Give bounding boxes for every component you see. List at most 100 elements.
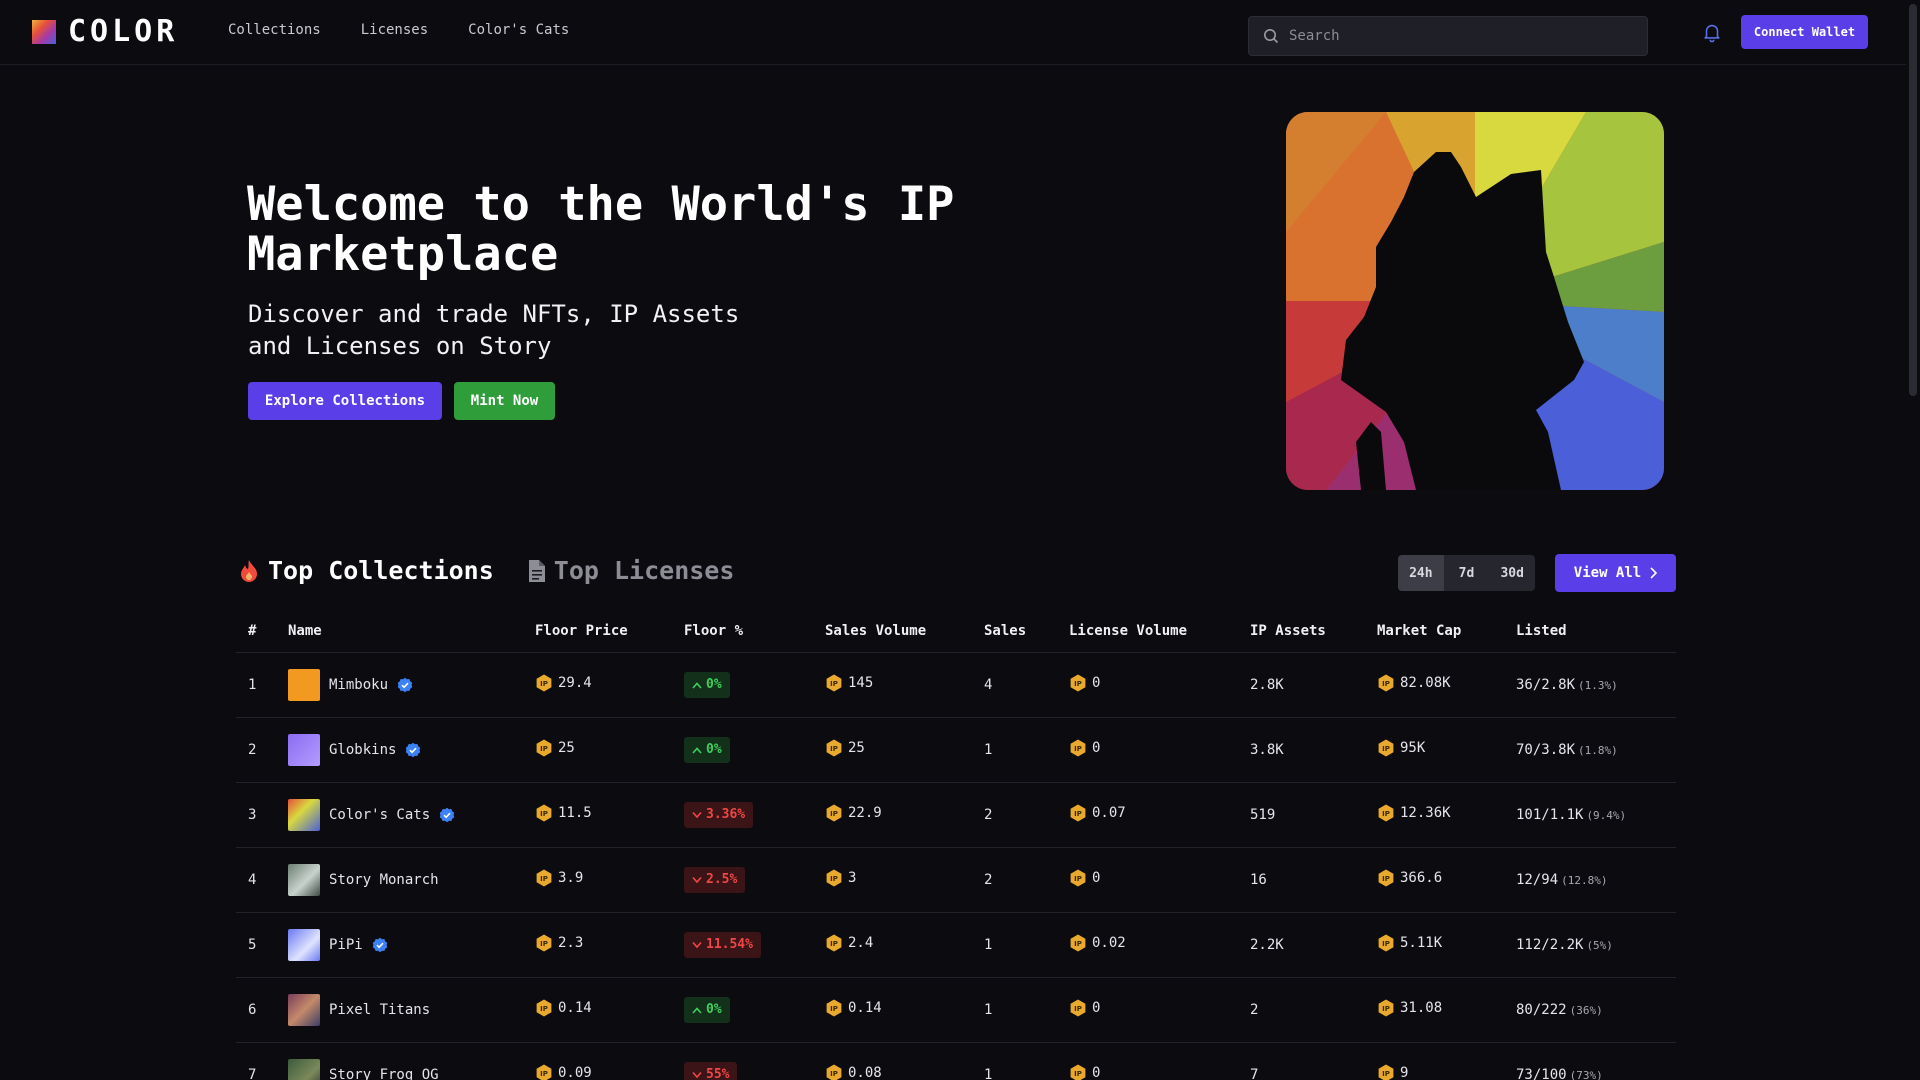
svg-text:IP: IP — [1074, 745, 1082, 753]
collection-name[interactable]: PiPi — [329, 937, 363, 953]
name-cell[interactable]: Globkins — [288, 717, 535, 783]
column-header-sales-volume[interactable]: Sales Volume — [825, 610, 984, 653]
listed-percent: (9.4%) — [1586, 808, 1627, 822]
floor-change-value: 11.54% — [706, 937, 753, 952]
floor-price-cell: IP 11.5 — [535, 782, 684, 848]
sales-count: 1 — [984, 936, 993, 953]
listed-count: 12/94 — [1516, 871, 1559, 888]
floor-change-arrow-icon — [692, 1071, 702, 1078]
collection-avatar — [288, 798, 320, 831]
ip-token-icon: IP — [826, 674, 842, 691]
collection-name[interactable]: Pixel Titans — [329, 1002, 430, 1018]
svg-text:IP: IP — [1382, 940, 1390, 948]
sales-cell: 1 — [984, 977, 1069, 1043]
rank: 5 — [248, 936, 257, 953]
period-24h-button[interactable]: 24h — [1398, 555, 1444, 591]
hero-subtitle-line-2: and Licenses on Story — [248, 332, 552, 360]
mint-now-button[interactable]: Mint Now — [454, 382, 555, 420]
hero-title-line-2: Marketplace — [247, 227, 559, 282]
column-header-ip-assets[interactable]: IP Assets — [1250, 610, 1377, 653]
collection-name[interactable]: Story Frog OG — [329, 1067, 439, 1080]
name-cell[interactable]: Mimboku — [288, 652, 535, 718]
svg-text:IP: IP — [1382, 875, 1390, 883]
rank: 3 — [248, 806, 257, 823]
collection-name[interactable]: Mimboku — [329, 677, 388, 693]
table-row[interactable]: 7 Story Frog OG IP 0.09 55% IP 0.08 1 IP 0 … — [236, 1042, 1676, 1080]
notification-bell-icon[interactable] — [1701, 21, 1723, 43]
column-header-floor-percent[interactable]: Floor % — [684, 610, 825, 653]
ip-token-icon: IP — [536, 869, 552, 886]
nav-link-licenses[interactable]: Licenses — [361, 22, 428, 38]
floor-change-value: 55% — [706, 1067, 730, 1080]
top-navigation-bar: COLOR Collections Licenses Color's Cats … — [0, 0, 1906, 65]
name-cell[interactable]: PiPi — [288, 912, 535, 978]
name-cell[interactable]: Color's Cats — [288, 782, 535, 848]
name-cell[interactable]: Story Frog OG — [288, 1042, 535, 1080]
tab-top-licenses[interactable]: Top Licenses — [528, 556, 734, 585]
tab-top-collections[interactable]: Top Collections — [238, 556, 494, 585]
table-row[interactable]: 6 Pixel Titans IP 0.14 0% IP 0.14 1 IP 0 2 … — [236, 977, 1676, 1043]
ip-token-icon: IP — [1378, 739, 1394, 756]
ip-token-icon: IP — [826, 1064, 842, 1080]
floor-percent-cell: 0% — [684, 652, 825, 718]
search-input[interactable] — [1289, 28, 1629, 44]
logo[interactable]: COLOR — [32, 14, 179, 49]
name-cell[interactable]: Story Monarch — [288, 847, 535, 913]
period-7d-button[interactable]: 7d — [1444, 555, 1490, 591]
svg-text:IP: IP — [830, 745, 838, 753]
listed-count: 80/222 — [1516, 1001, 1567, 1018]
collection-name[interactable]: Globkins — [329, 742, 396, 758]
svg-text:IP: IP — [1074, 940, 1082, 948]
market-cap-cell: IP 95K — [1377, 717, 1516, 783]
ip-token-icon: IP — [536, 999, 552, 1016]
connect-wallet-button[interactable]: Connect Wallet — [1741, 15, 1868, 49]
view-all-button[interactable]: View All — [1555, 554, 1676, 592]
scrollbar-thumb[interactable] — [1909, 4, 1917, 396]
column-header-sales[interactable]: Sales — [984, 610, 1069, 653]
column-header-name[interactable]: Name — [288, 610, 535, 653]
floor-change-arrow-icon — [692, 746, 702, 754]
table-row[interactable]: 3 Color's Cats IP 11.5 3.36% IP 22.9 2 IP 0… — [236, 782, 1676, 848]
period-30d-button[interactable]: 30d — [1489, 555, 1535, 591]
table-row[interactable]: 4 Story Monarch IP 3.9 2.5% IP 3 2 IP 0 16 … — [236, 847, 1676, 913]
table-row[interactable]: 5 PiPi IP 2.3 11.54% IP 2.4 1 IP 0.02 2.2K … — [236, 912, 1676, 978]
market-cap-cell: IP 82.08K — [1377, 652, 1516, 718]
explore-collections-button[interactable]: Explore Collections — [248, 382, 442, 420]
column-header-license-volume[interactable]: License Volume — [1069, 610, 1250, 653]
hero-subtitle-line-1: Discover and trade NFTs, IP Assets — [248, 300, 740, 328]
listed-count: 73/100 — [1516, 1066, 1567, 1080]
svg-text:IP: IP — [1382, 1070, 1390, 1078]
floor-price-cell: IP 0.09 — [535, 1042, 684, 1080]
floor-change-value: 0% — [706, 742, 722, 757]
verified-badge-icon — [397, 677, 413, 692]
column-header-listed[interactable]: Listed — [1516, 610, 1676, 653]
ip-token-icon: IP — [1378, 869, 1394, 886]
name-cell[interactable]: Pixel Titans — [288, 977, 535, 1043]
page-scrollbar[interactable] — [1906, 0, 1920, 1080]
sales-volume: 3 — [848, 869, 857, 886]
logo-text: COLOR — [68, 14, 179, 49]
floor-change-value: 2.5% — [706, 872, 738, 887]
floor-price: 25 — [558, 739, 575, 756]
column-header-rank[interactable]: # — [236, 610, 288, 653]
floor-percent-cell: 0% — [684, 977, 825, 1043]
floor-price-cell: IP 2.3 — [535, 912, 684, 978]
collection-name[interactable]: Story Monarch — [329, 872, 439, 888]
market-cap: 366.6 — [1400, 869, 1443, 886]
column-header-floor-price[interactable]: Floor Price — [535, 610, 684, 653]
sales-count: 2 — [984, 806, 993, 823]
floor-change-badge: 3.36% — [684, 801, 754, 828]
sales-count: 4 — [984, 676, 993, 693]
column-header-market-cap[interactable]: Market Cap — [1377, 610, 1516, 653]
collection-name[interactable]: Color's Cats — [329, 807, 430, 823]
table-row[interactable]: 1 Mimboku IP 29.4 0% IP 145 4 IP 0 2.8K IP 8… — [236, 652, 1676, 718]
search-box[interactable] — [1248, 16, 1648, 56]
ip-token-icon: IP — [826, 869, 842, 886]
sales-count: 1 — [984, 1001, 993, 1018]
nav-link-collections[interactable]: Collections — [228, 22, 321, 38]
nav-link-colors-cats[interactable]: Color's Cats — [468, 22, 569, 38]
table-row[interactable]: 2 Globkins IP 25 0% IP 25 1 IP 0 3.8K IP 95K… — [236, 717, 1676, 783]
listed-cell: 112/2.2K (5%) — [1516, 912, 1676, 978]
ip-token-icon: IP — [1378, 674, 1394, 691]
ip-token-icon: IP — [1378, 934, 1394, 951]
